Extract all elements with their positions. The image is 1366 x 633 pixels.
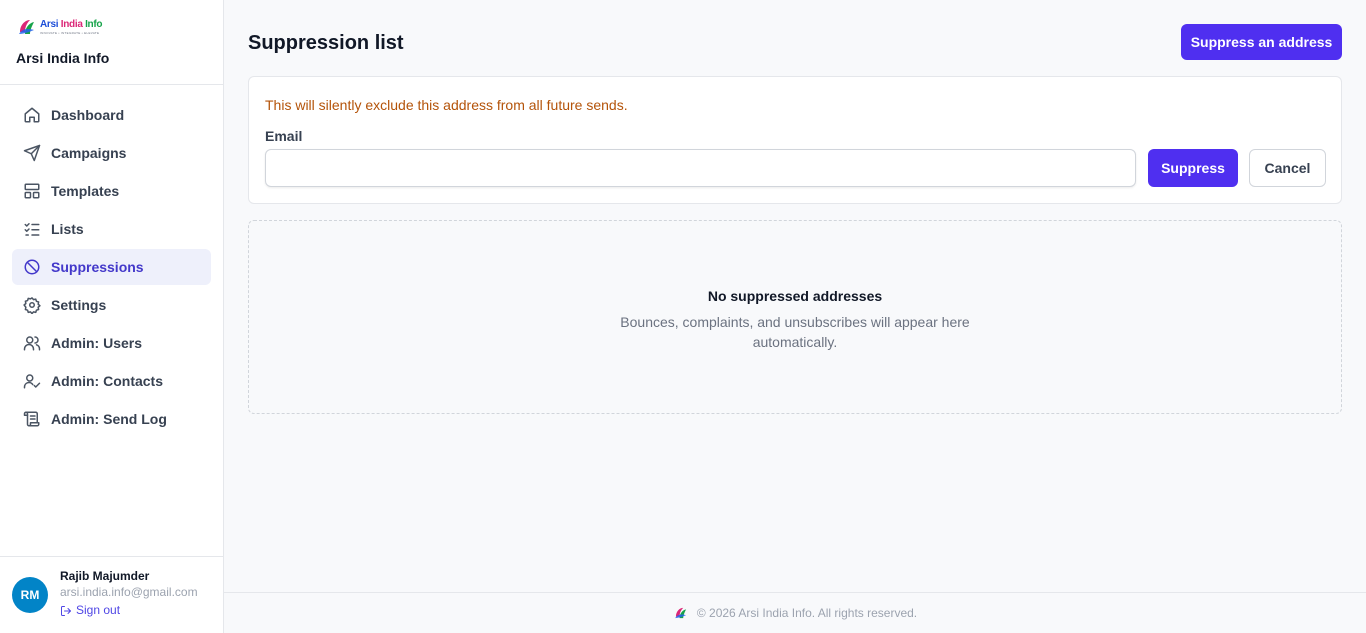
email-label: Email xyxy=(265,128,303,144)
suppress-button[interactable]: Suppress xyxy=(1148,149,1238,187)
sidebar-item-label: Suppressions xyxy=(51,259,144,275)
sidebar-item-label: Lists xyxy=(51,221,84,237)
sidebar-item-dashboard[interactable]: Dashboard xyxy=(12,97,211,133)
user-name: Rajib Majumder xyxy=(60,569,150,583)
logo-word-india: India xyxy=(60,18,83,30)
warning-text: This will silently exclude this address … xyxy=(265,97,628,113)
user-check-icon xyxy=(23,372,41,390)
footer-copyright: © 2026 Arsi India Info. All rights reser… xyxy=(696,606,918,620)
sidebar-item-label: Settings xyxy=(51,297,107,313)
sidebar-item-templates[interactable]: Templates xyxy=(12,173,211,209)
scroll-icon xyxy=(23,410,41,428)
user-panel: RM Rajib Majumder arsi.india.info@gmail.… xyxy=(0,556,223,633)
empty-state: No suppressed addresses Bounces, complai… xyxy=(248,220,1342,414)
sidebar-item-campaigns[interactable]: Campaigns xyxy=(12,135,211,171)
users-icon xyxy=(23,334,41,352)
brand-header: Arsi India Info INNOVATE • INTEGRATE • E… xyxy=(0,0,223,85)
sidebar-item-label: Campaigns xyxy=(51,145,127,161)
cancel-button[interactable]: Cancel xyxy=(1249,149,1326,187)
sidebar-item-admin-users[interactable]: Admin: Users xyxy=(12,325,211,361)
sidebar-item-lists[interactable]: Lists xyxy=(12,211,211,247)
footer-logo-icon xyxy=(675,607,686,619)
brand-name: Arsi India Info xyxy=(16,50,110,66)
sidebar-item-label: Admin: Users xyxy=(51,335,143,351)
logo-wordmark: Arsi India Info INNOVATE • INTEGRATE • E… xyxy=(40,18,103,35)
logo-tagline: INNOVATE • INTEGRATE • ELEVATE xyxy=(40,30,100,35)
send-icon xyxy=(23,144,41,162)
sign-out-label: Sign out xyxy=(76,603,121,617)
user-email: arsi.india.info@gmail.com xyxy=(60,585,198,599)
brand-logo[interactable]: Arsi India Info INNOVATE • INTEGRATE • E… xyxy=(16,14,207,40)
suppress-form-card: This will silently exclude this address … xyxy=(248,76,1342,204)
sidebar-item-label: Admin: Send Log xyxy=(51,411,167,427)
gear-icon xyxy=(23,296,41,314)
ban-icon xyxy=(23,258,41,276)
sign-out-icon xyxy=(61,605,71,616)
footer: © 2026 Arsi India Info. All rights reser… xyxy=(224,592,1366,633)
main-content: Suppression list Suppress an address Thi… xyxy=(224,0,1366,633)
sign-out-link[interactable]: Sign out xyxy=(60,603,198,618)
empty-state-title: No suppressed addresses xyxy=(707,288,883,304)
sidebar-item-label: Admin: Contacts xyxy=(51,373,163,389)
logo-word-info: Info xyxy=(85,18,103,30)
sidebar-item-settings[interactable]: Settings xyxy=(12,287,211,323)
sidebar-item-label: Templates xyxy=(51,183,120,199)
logo-mark-icon xyxy=(19,20,34,34)
suppress-address-button[interactable]: Suppress an address xyxy=(1181,24,1342,60)
checklist-icon xyxy=(23,220,41,238)
page-title: Suppression list xyxy=(248,32,404,54)
avatar[interactable]: RM xyxy=(12,577,48,613)
empty-state-description: Bounces, complaints, and unsubscribes wi… xyxy=(620,314,970,350)
sidebar-item-label: Dashboard xyxy=(51,107,125,123)
sidebar-nav: Dashboard Campaigns Templates Lists Supp… xyxy=(0,85,223,437)
sidebar: Arsi India Info INNOVATE • INTEGRATE • E… xyxy=(0,0,224,633)
layout-icon xyxy=(23,182,41,200)
home-icon xyxy=(23,106,41,124)
logo-word-arsi: Arsi xyxy=(40,18,59,30)
user-info: Rajib Majumder arsi.india.info@gmail.com… xyxy=(60,569,198,618)
sidebar-item-suppressions[interactable]: Suppressions xyxy=(12,249,211,285)
email-field[interactable] xyxy=(265,149,1136,187)
sidebar-item-admin-contacts[interactable]: Admin: Contacts xyxy=(12,363,211,399)
sidebar-item-admin-send-log[interactable]: Admin: Send Log xyxy=(12,401,211,437)
